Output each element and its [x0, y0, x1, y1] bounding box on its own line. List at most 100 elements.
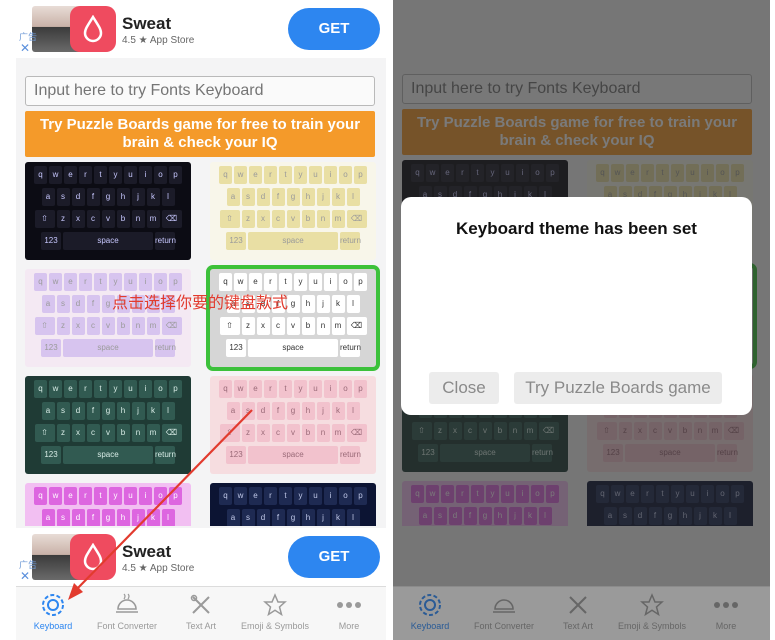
- keyboard-key: q: [219, 380, 232, 398]
- keyboard-key-space: space: [248, 446, 338, 464]
- keyboard-key: c: [271, 210, 285, 228]
- theme-set-dialog: Keyboard theme has been set Close Try Pu…: [401, 197, 752, 415]
- keyboard-key: ⇧: [219, 210, 240, 228]
- tab-keyboard[interactable]: Keyboard: [16, 591, 90, 631]
- keyboard-theme-light-pink[interactable]: q w e r t y u i o p a s d f g h j k l ⇧ z x c v b n m ⌫ 123 space retu…: [210, 376, 376, 474]
- keyboard-theme-magenta[interactable]: qwertyuiopasdfghjkl⇧zxcvbnm⌫123spaceretu…: [25, 483, 191, 526]
- keyboard-theme-dark-green[interactable]: q w e r t y u i o p a s d f g h j k l ⇧ z x c v b n m ⌫ 123 space retu…: [25, 376, 191, 474]
- tab-text-art[interactable]: Text Art: [164, 591, 238, 631]
- keyboard-theme-pastel-light[interactable]: q w e r t y u i o p a s d f g h j k l ⇧ z x c v b n m ⌫ 123 space retu…: [210, 162, 376, 260]
- keyboard-key: d: [71, 402, 85, 420]
- keyboard-key: v: [101, 317, 115, 335]
- keyboard-key: ⇧: [34, 210, 55, 228]
- ad-banner-bottom[interactable]: Sweat 4.5 ★ App Store GET 广告 ✕: [16, 528, 386, 586]
- ad-get-button[interactable]: GET: [288, 8, 380, 50]
- keyboard-key: i: [324, 273, 337, 291]
- tab-emoji-symbols[interactable]: Emoji & Symbols: [238, 591, 312, 631]
- keyboard-key: s: [56, 402, 70, 420]
- keyboard-theme-black[interactable]: q w e r t y u i o p a s d f g h j k l ⇧ z x c v b n m ⌫ 123 space retu…: [25, 162, 191, 260]
- ad-banner-top[interactable]: Sweat 4.5 ★ App Store GET 广告 ✕: [16, 0, 386, 58]
- ad-close-icon[interactable]: ✕: [20, 42, 30, 54]
- keyboard-key: a: [226, 509, 240, 526]
- keyboard-key: ⌫: [161, 317, 182, 335]
- app-screen-left: Sweat 4.5 ★ App Store GET 广告 ✕ Try Puzzl…: [16, 0, 386, 640]
- keyboard-key-space: space: [63, 446, 153, 464]
- more-dots-icon: [312, 591, 386, 619]
- keyboard-key: c: [86, 317, 100, 335]
- keyboard-key-return: return: [340, 232, 361, 250]
- tab-label: Keyboard: [33, 621, 73, 631]
- keyboard-key: q: [34, 380, 47, 398]
- keyboard-row: qwertyuiop: [213, 487, 373, 505]
- keyboard-key: y: [294, 166, 307, 184]
- keyboard-key: j: [131, 188, 145, 206]
- keyboard-key: c: [86, 210, 100, 228]
- keyboard-key: e: [64, 487, 77, 505]
- keyboard-row: asdfghjkl: [28, 509, 188, 526]
- keyboard-key: ⇧: [34, 424, 55, 442]
- keyboard-key: j: [316, 509, 330, 526]
- keyboard-key: w: [234, 380, 247, 398]
- keyboard-key: f: [86, 509, 100, 526]
- keyboard-key: c: [271, 424, 285, 442]
- dialog-close-button[interactable]: Close: [429, 372, 499, 404]
- keyboard-key: g: [286, 509, 300, 526]
- keyboard-key: g: [101, 509, 115, 526]
- keyboard-key: ⌫: [346, 317, 367, 335]
- keyboard-key: q: [34, 273, 47, 291]
- keyboard-key: ⇧: [219, 317, 240, 335]
- try-keyboard-input[interactable]: [25, 76, 375, 106]
- keyboard-row: asdfghjkl: [213, 188, 373, 206]
- keyboard-theme-pastel-pink[interactable]: q w e r t y u i o p a s d f g h j k l ⇧ z x c v b n m ⌫ 123 space retu…: [25, 269, 191, 367]
- keyboard-key: e: [64, 380, 77, 398]
- keyboard-key: f: [86, 295, 100, 313]
- keyboard-key: ⌫: [161, 210, 182, 228]
- keyboard-key: x: [256, 210, 270, 228]
- keyboard-key-return: return: [340, 339, 361, 357]
- keyboard-row: qwertyuiop: [28, 166, 188, 184]
- tab-label: Font Converter: [96, 621, 158, 631]
- ad-close-icon[interactable]: ✕: [20, 570, 30, 582]
- tab-font-converter[interactable]: Font Converter: [90, 591, 164, 631]
- keyboard-key: r: [264, 380, 277, 398]
- sweat-app-icon: [70, 534, 116, 580]
- keyboard-key: u: [309, 380, 322, 398]
- keyboard-key: j: [131, 509, 145, 526]
- app-screen-right: Try Puzzle Boards game for free to train…: [393, 0, 770, 640]
- keyboard-key: p: [169, 380, 182, 398]
- keyboard-key: d: [256, 509, 270, 526]
- tab-more[interactable]: More: [312, 591, 386, 631]
- keyboard-key: a: [41, 509, 55, 526]
- keyboard-key: l: [346, 295, 360, 313]
- crossed-tools-icon: [164, 591, 238, 619]
- keyboard-key-numbers: 123: [226, 339, 246, 357]
- keyboard-key: w: [234, 166, 247, 184]
- keyboard-key: w: [234, 487, 247, 505]
- keyboard-key: i: [324, 487, 337, 505]
- keyboard-key: e: [249, 166, 262, 184]
- keyboard-key: v: [286, 317, 300, 335]
- dialog-try-puzzle-button[interactable]: Try Puzzle Boards game: [514, 372, 722, 404]
- keyboard-key: l: [161, 188, 175, 206]
- keyboard-row: ⇧zxcvbnm⌫: [28, 317, 188, 335]
- keyboard-key: b: [116, 424, 130, 442]
- tab-bar: Keyboard Font Converter Text Art Emoji &…: [16, 586, 386, 640]
- keyboard-row: 123spacereturn: [213, 232, 373, 250]
- keyboard-row: 123spacereturn: [213, 446, 373, 464]
- keyboard-theme-navy[interactable]: qwertyuiopasdfghjkl⇧zxcvbnm⌫123spaceretu…: [210, 483, 376, 526]
- keyboard-key: p: [354, 166, 367, 184]
- keyboard-key: p: [354, 380, 367, 398]
- keyboard-key-numbers: 123: [41, 232, 61, 250]
- keyboard-key: f: [271, 402, 285, 420]
- puzzle-promo-banner[interactable]: Try Puzzle Boards game for free to train…: [25, 111, 375, 157]
- keyboard-key: b: [301, 424, 315, 442]
- keyboard-key: v: [286, 210, 300, 228]
- ad-rating: 4.5 ★ App Store: [122, 35, 195, 46]
- keyboard-row: asdfghjkl: [213, 402, 373, 420]
- keyboard-key: j: [131, 402, 145, 420]
- keyboard-key: o: [339, 487, 352, 505]
- keyboard-theme-white[interactable]: q w e r t y u i o p a s d f g h j k l ⇧ z x c v b n m ⌫ 123 space retu…: [206, 265, 380, 371]
- keyboard-row: ⇧zxcvbnm⌫: [28, 424, 188, 442]
- keyboard-key: z: [241, 210, 255, 228]
- ad-get-button[interactable]: GET: [288, 536, 380, 578]
